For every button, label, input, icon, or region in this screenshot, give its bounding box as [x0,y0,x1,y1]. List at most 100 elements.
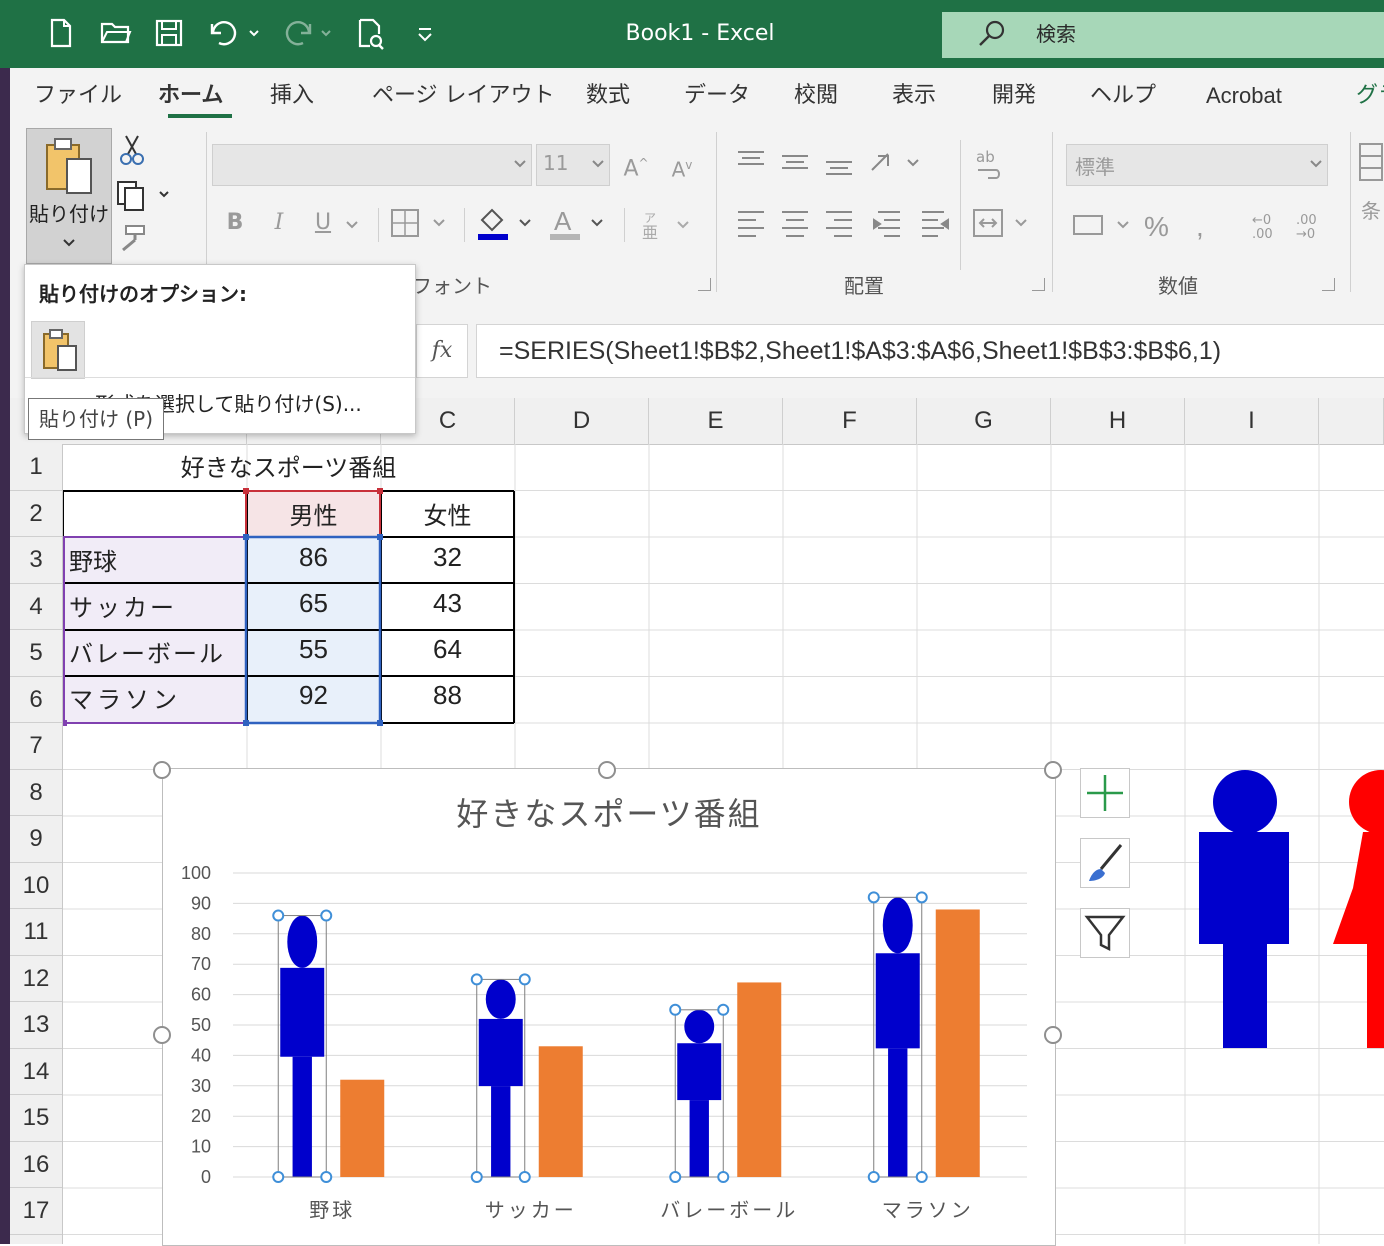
bar-selection-handle[interactable] [320,1171,333,1183]
chart-filters-button[interactable] [1080,908,1130,958]
tab-developer[interactable]: 開発 [992,82,1036,110]
cell-c4[interactable]: 43 [381,588,514,619]
paste-option-button[interactable] [31,321,85,379]
cell-a1-title[interactable]: 好きなスポーツ番組 [63,448,514,483]
print-preview-icon[interactable] [356,18,386,50]
tab-chart-design[interactable]: グラ [1356,82,1384,110]
cell-b3[interactable]: 86 [247,542,380,573]
bar-male-1[interactable] [280,915,325,1177]
chart-elements-button[interactable] [1080,768,1130,818]
bar-female-3[interactable] [737,982,782,1177]
chart-resize-handle-top-left[interactable] [153,761,171,779]
row-header[interactable]: 7 [10,723,62,770]
alignment-dialog-launcher-icon[interactable] [1032,278,1045,291]
tab-page-layout[interactable]: ページ レイアウト [372,82,555,110]
row-header[interactable]: 11 [10,909,62,956]
tab-acrobat[interactable]: Acrobat [1206,82,1282,110]
font-dialog-launcher-icon[interactable] [698,278,711,291]
bar-selection-handle[interactable] [915,891,928,904]
tab-review[interactable]: 校閲 [794,82,838,110]
row-header[interactable]: 16 [10,1142,62,1188]
tab-help[interactable]: ヘルプ [1090,82,1156,110]
cell-c2[interactable]: 女性 [381,496,514,531]
open-folder-icon[interactable] [100,18,132,50]
cell-a6[interactable]: マラソン [69,680,181,715]
chart-resize-handle-right[interactable] [1044,1026,1062,1044]
paste-button[interactable]: 貼り付け [26,128,112,264]
male-person-icon[interactable] [1197,770,1297,1050]
insert-function-button[interactable]: fx [416,324,468,378]
row-header[interactable]: 14 [10,1049,62,1095]
bar-chart[interactable]: 好きなスポーツ番組 0 10 20 30 40 50 60 70 80 90 100 野球 サッカー バ… [163,769,1055,1245]
bar-female-2[interactable] [538,1046,583,1177]
chart-title[interactable]: 好きなスポーツ番組 [456,795,761,833]
bar-selection-handle[interactable] [867,1171,880,1183]
row-header[interactable]: 1 [10,444,62,491]
chart-area[interactable]: 好きなスポーツ番組 0 10 20 30 40 50 60 70 80 90 100 野球 サッカー バ… [162,768,1056,1246]
bar-female-1[interactable] [340,1079,385,1177]
bar-selection-handle[interactable] [470,973,483,986]
font-size-box[interactable]: 11 [536,144,610,186]
female-person-icon[interactable] [1333,770,1384,1050]
row-header[interactable]: 4 [10,584,62,630]
number-format-box[interactable]: 標準 [1066,144,1328,186]
cell-a4[interactable]: サッカー [69,588,177,623]
row-header[interactable]: 15 [10,1095,62,1142]
bar-selection-handle[interactable] [717,1171,730,1183]
tab-data[interactable]: データ [684,82,750,110]
row-header[interactable]: 9 [10,816,62,863]
cell-b2[interactable]: 男性 [247,496,380,531]
cut-icon[interactable] [118,134,146,166]
bar-selection-handle[interactable] [320,909,333,922]
cell-c6[interactable]: 88 [381,680,514,711]
cell-c5[interactable]: 64 [381,634,514,665]
bar-selection-handle[interactable] [669,1171,682,1183]
number-dialog-launcher-icon[interactable] [1322,278,1335,291]
column-header-g[interactable]: G [917,398,1051,444]
tab-file[interactable]: ファイル [34,82,122,110]
customize-toolbar-icon[interactable] [410,18,440,50]
chart-styles-button[interactable] [1080,838,1130,888]
row-header[interactable]: 2 [10,491,62,537]
tab-insert[interactable]: 挿入 [270,82,314,110]
bar-selection-handle[interactable] [518,973,531,986]
bar-male-2[interactable] [478,979,523,1177]
row-header[interactable]: 6 [10,677,62,723]
row-header[interactable]: 12 [10,956,62,1002]
chart-resize-handle-top[interactable] [598,761,616,779]
bar-selection-handle[interactable] [518,1171,531,1183]
column-header-f[interactable]: F [783,398,917,444]
cell-b6[interactable]: 92 [247,680,380,711]
search-box[interactable] [942,12,1384,58]
row-header[interactable]: 5 [10,630,62,677]
row-header[interactable]: 17 [10,1188,62,1235]
copy-icon[interactable] [116,180,176,212]
tab-home[interactable]: ホーム [158,82,223,110]
bar-selection-handle[interactable] [669,1003,682,1016]
cell-c3[interactable]: 32 [381,542,514,573]
bar-selection-handle[interactable] [272,909,285,922]
row-header[interactable]: 3 [10,537,62,584]
column-header-i[interactable]: I [1185,398,1319,444]
bar-male-3[interactable] [677,1009,722,1177]
cell-b4[interactable]: 65 [247,588,380,619]
column-header-d[interactable]: D [515,398,649,444]
format-painter-icon[interactable] [118,224,148,252]
bar-female-4[interactable] [935,909,980,1177]
cell-a3[interactable]: 野球 [69,542,117,577]
chart-resize-handle-top-right[interactable] [1044,761,1062,779]
bar-selection-handle[interactable] [717,1003,730,1016]
bar-male-4[interactable] [875,897,920,1177]
row-header[interactable]: 13 [10,1002,62,1049]
tab-formulas[interactable]: 数式 [586,82,630,110]
tab-view[interactable]: 表示 [892,82,936,110]
row-header[interactable]: 10 [10,863,62,909]
save-icon[interactable] [154,18,184,50]
chart-resize-handle-left[interactable] [153,1026,171,1044]
bar-selection-handle[interactable] [470,1171,483,1183]
cell-a5[interactable]: バレーボール [69,634,225,669]
column-header-e[interactable]: E [649,398,783,444]
bar-selection-handle[interactable] [272,1171,285,1183]
bar-selection-handle[interactable] [867,891,880,904]
column-header-j[interactable]: J [1319,398,1384,444]
